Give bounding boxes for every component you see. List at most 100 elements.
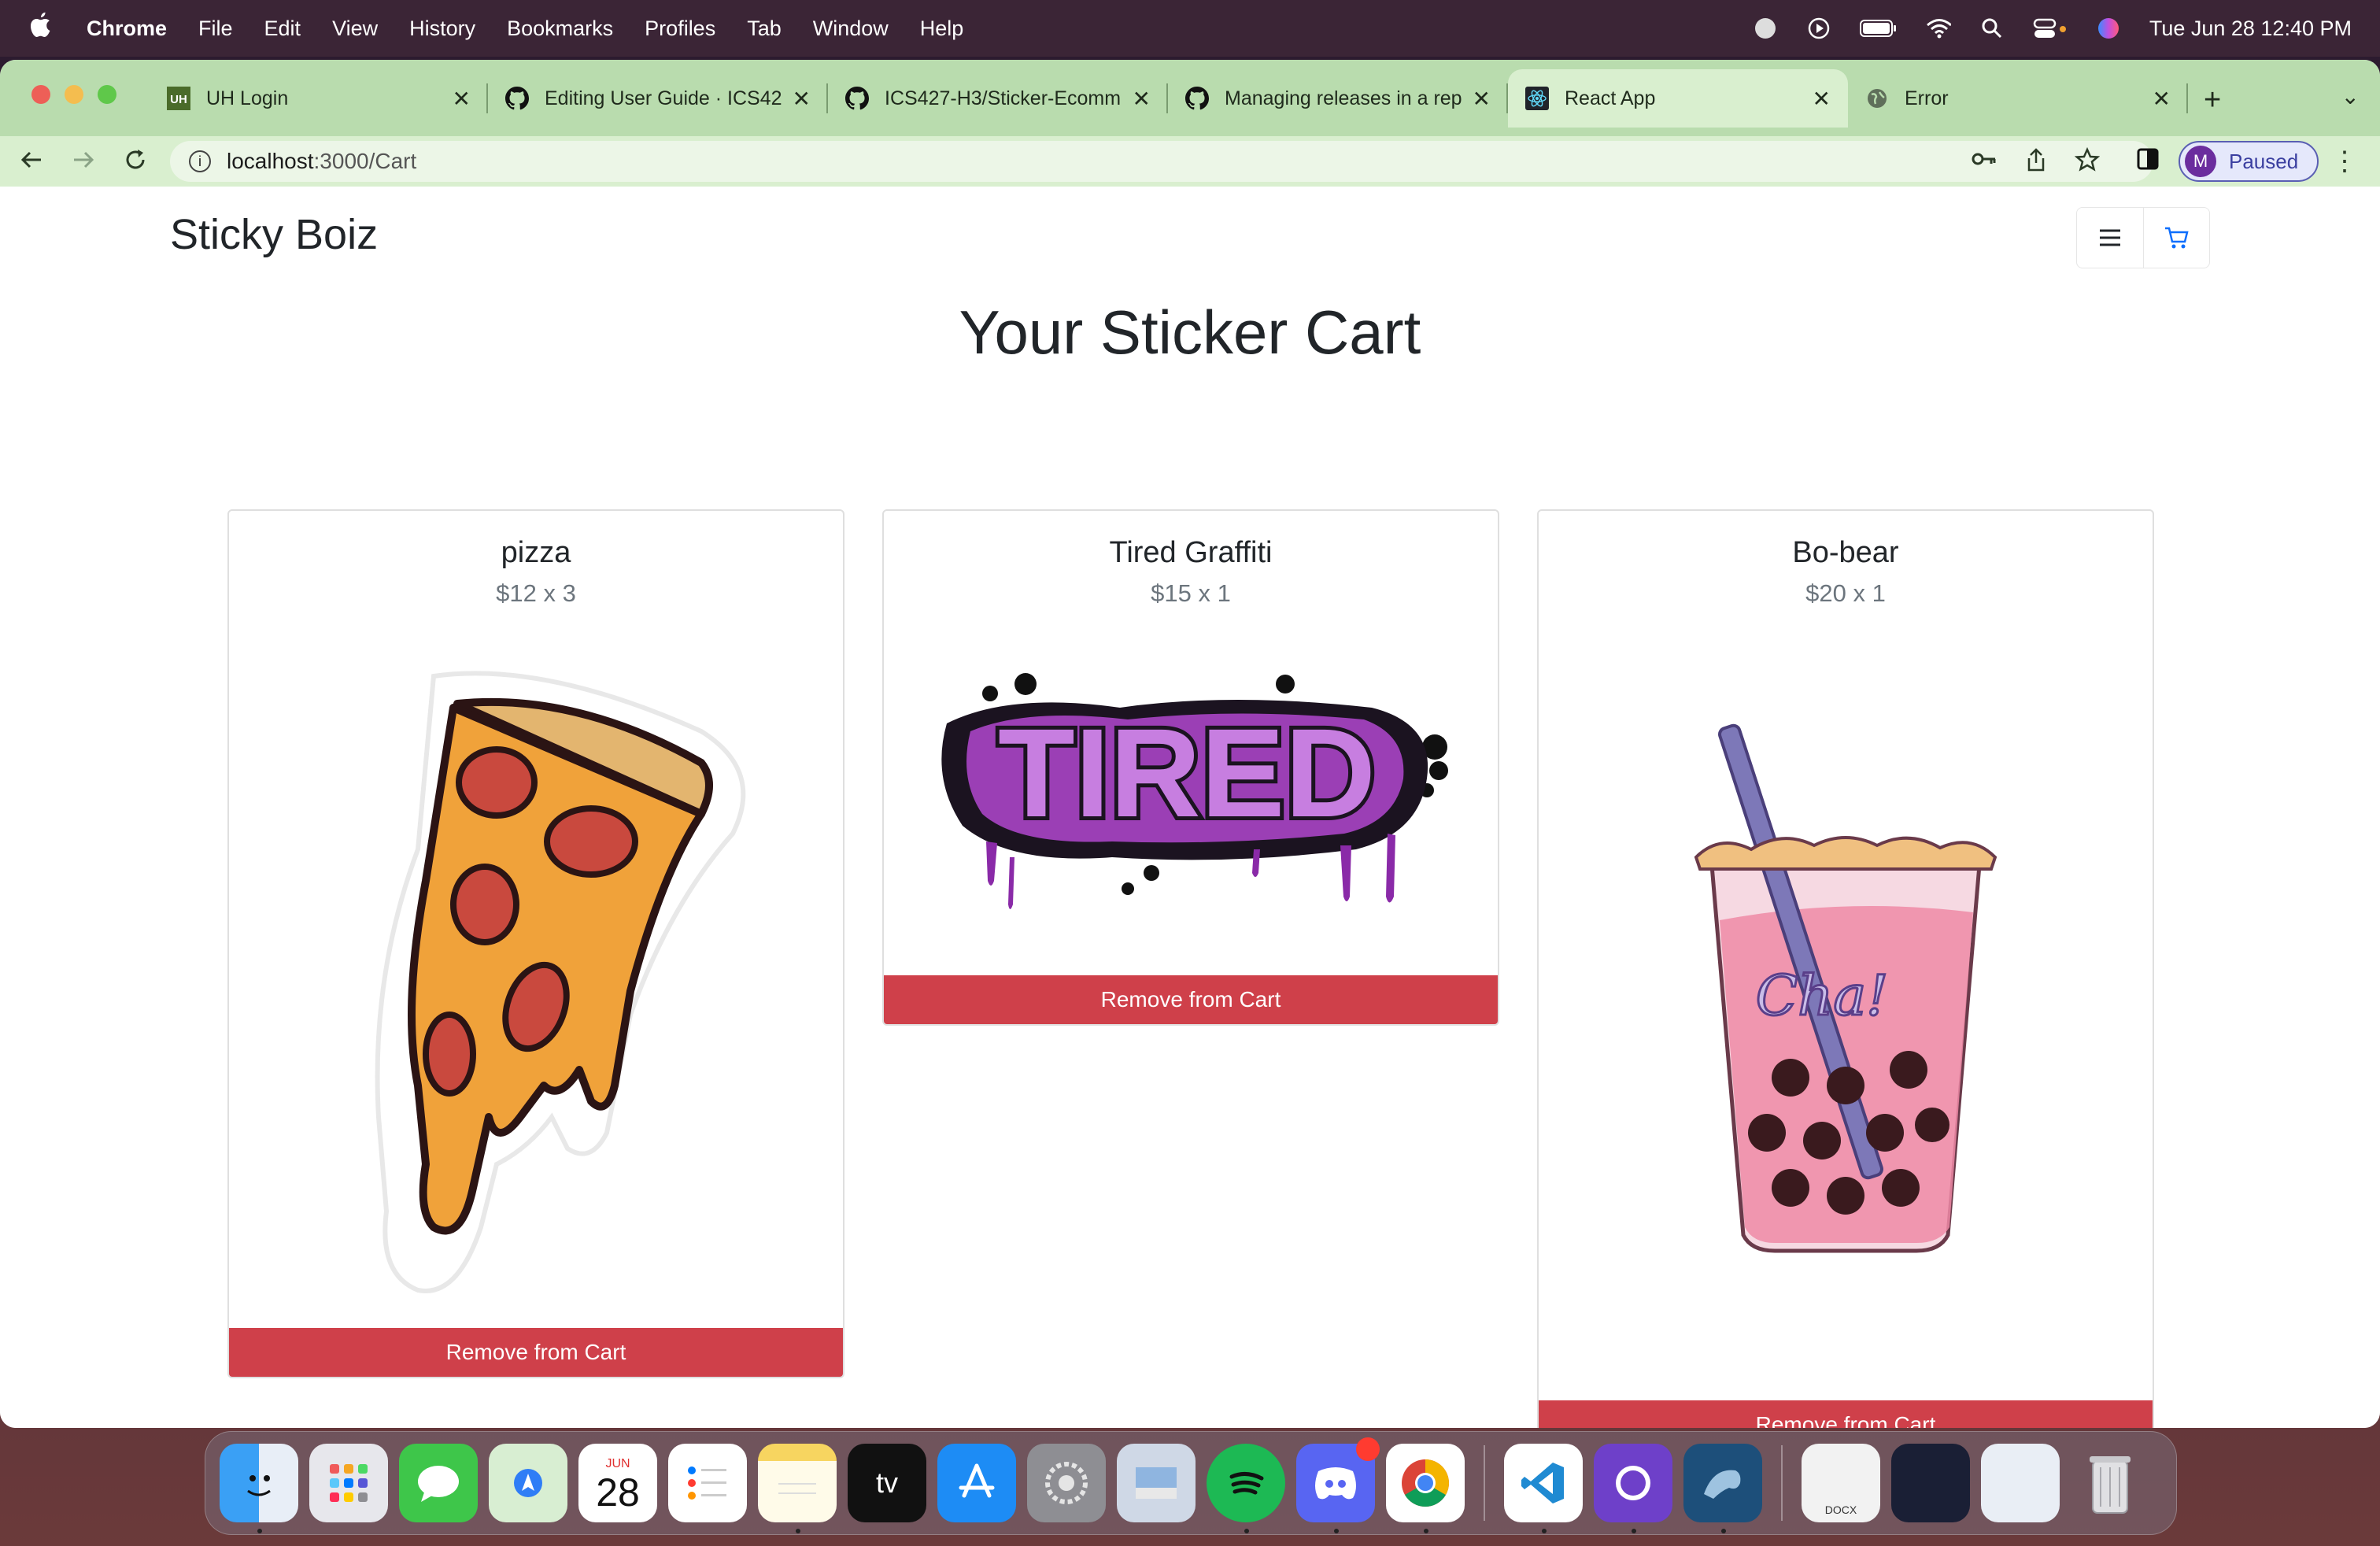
tab-strip: UH UH Login ✕ Editing User Guide · ICS42… [0, 60, 2380, 136]
react-icon [1525, 87, 1549, 110]
chrome-icon[interactable] [1386, 1444, 1465, 1533]
reload-button[interactable] [123, 147, 148, 179]
apple-icon[interactable] [28, 12, 60, 46]
key-icon[interactable] [1971, 147, 1998, 177]
discord-icon[interactable] [1296, 1437, 1380, 1533]
close-tab-icon[interactable]: ✕ [1813, 86, 1831, 112]
apple-tv-icon[interactable]: tv [848, 1444, 926, 1522]
navbar-controls [2076, 207, 2210, 268]
github-icon [505, 87, 529, 110]
vscode-icon[interactable] [1504, 1444, 1583, 1533]
launchpad-icon[interactable] [309, 1444, 388, 1522]
item-price: $12 x 3 [496, 579, 576, 607]
preview-icon[interactable] [1117, 1444, 1196, 1522]
reminders-icon[interactable] [668, 1444, 747, 1522]
cart-item-card: Tired Graffiti $15 x 1 TIRED Remove from… [882, 509, 1499, 1026]
tab-title: ICS427-H3/Sticker-Ecomm [885, 87, 1122, 109]
wifi-icon[interactable] [1926, 16, 1951, 41]
document-icon[interactable]: DOCX [1802, 1444, 1880, 1522]
hamburger-menu-icon[interactable] [2077, 208, 2143, 268]
close-tab-icon[interactable]: ✕ [793, 86, 811, 112]
notes-icon[interactable] [758, 1444, 837, 1533]
tab-editing-user-guide[interactable]: Editing User Guide · ICS42 ✕ [488, 69, 828, 128]
messages-icon[interactable] [399, 1444, 478, 1522]
site-info-icon[interactable]: i [189, 150, 211, 172]
tab-react-app[interactable]: React App ✕ [1508, 69, 1848, 128]
mysql-workbench-icon[interactable] [1683, 1444, 1762, 1533]
tab-managing-releases[interactable]: Managing releases in a rep ✕ [1168, 69, 1508, 128]
menu-tab[interactable]: Tab [747, 17, 782, 41]
document-label: DOCX [1824, 1503, 1857, 1516]
github-desktop-icon[interactable] [1594, 1444, 1672, 1533]
tab-sticker-ecomm[interactable]: ICS427-H3/Sticker-Ecomm ✕ [828, 69, 1168, 128]
url-path: :3000/Cart [313, 149, 417, 173]
uh-icon: UH [167, 87, 190, 110]
menu-view[interactable]: View [332, 17, 378, 41]
tab-uh-login[interactable]: UH UH Login ✕ [150, 69, 488, 128]
remove-from-cart-button[interactable]: Remove from Cart [229, 1328, 843, 1377]
tab-error[interactable]: Error ✕ [1848, 69, 2188, 128]
control-center-icon[interactable] [2033, 16, 2068, 41]
trash-icon[interactable] [2071, 1444, 2149, 1522]
page-content: Sticky Boiz Your Sticker Cart pizza $12 … [0, 187, 2380, 1428]
tab-title: Editing User Guide · ICS42 [545, 87, 782, 109]
close-tab-icon[interactable]: ✕ [2153, 86, 2171, 112]
notification-badge [1356, 1437, 1380, 1461]
maximize-window-button[interactable] [98, 85, 116, 104]
site-brand[interactable]: Sticky Boiz [170, 210, 378, 259]
github-icon [845, 87, 869, 110]
battery-icon[interactable] [1859, 16, 1898, 41]
menu-edit[interactable]: Edit [264, 17, 301, 41]
menu-file[interactable]: File [198, 17, 233, 41]
system-preferences-icon[interactable] [1027, 1444, 1106, 1522]
remove-from-cart-button[interactable]: Remove from Cart [1539, 1400, 2153, 1428]
menu-bookmarks[interactable]: Bookmarks [507, 17, 613, 41]
share-icon[interactable] [2024, 147, 2048, 179]
tab-title: Managing releases in a rep [1225, 87, 1462, 109]
item-name: Bo-bear [1792, 536, 1899, 569]
date-time[interactable]: Tue Jun 28 12:40 PM [2149, 17, 2352, 41]
address-bar[interactable]: i localhost:3000/Cart [170, 141, 2153, 182]
more-menu-icon[interactable]: ⋮ [2331, 146, 2358, 177]
item-name: Tired Graffiti [1109, 536, 1273, 569]
menu-help[interactable]: Help [920, 17, 964, 41]
graffiti-text: TIRED [998, 702, 1376, 843]
new-tab-button[interactable]: + [2204, 83, 2221, 117]
close-tab-icon[interactable]: ✕ [1133, 86, 1151, 112]
close-window-button[interactable] [31, 85, 50, 104]
spotify-icon[interactable] [1207, 1444, 1285, 1533]
svg-text:UH: UH [170, 93, 187, 106]
menu-window[interactable]: Window [813, 17, 889, 41]
remove-from-cart-button[interactable]: Remove from Cart [884, 975, 1498, 1024]
page-title: Your Sticker Cart [959, 298, 1421, 367]
screen-record-icon[interactable] [1753, 16, 1778, 41]
bookmark-star-icon[interactable] [2074, 146, 2101, 179]
minimize-window-button[interactable] [65, 85, 83, 104]
cart-icon[interactable] [2143, 208, 2209, 268]
app-store-icon[interactable] [937, 1444, 1016, 1522]
calendar-day: 28 [596, 1470, 640, 1515]
siri-icon[interactable] [2096, 16, 2121, 41]
side-panel-icon[interactable] [2136, 147, 2160, 177]
tab-title: UH Login [206, 87, 289, 109]
forward-button[interactable] [71, 147, 96, 179]
item-price: $15 x 1 [1151, 579, 1231, 607]
close-tab-icon[interactable]: ✕ [1473, 86, 1491, 112]
downloads-stack-icon[interactable] [1981, 1444, 2060, 1522]
close-tab-icon[interactable]: ✕ [453, 86, 471, 112]
menu-app-name[interactable]: Chrome [87, 17, 167, 41]
bo-bear-sticker-image: Cha! [1539, 716, 2153, 1267]
menu-bar: Chrome File Edit View History Bookmarks … [0, 0, 2380, 57]
browser-toolbar: i localhost:3000/Cart M Paused ⋮ [0, 136, 2380, 187]
menu-history[interactable]: History [409, 17, 475, 41]
back-button[interactable] [19, 147, 44, 179]
tab-search-chevron-icon[interactable]: ⌄ [2341, 83, 2360, 109]
profile-button[interactable]: M Paused [2179, 141, 2319, 182]
spotlight-search-icon[interactable] [1979, 16, 2005, 41]
menu-profiles[interactable]: Profiles [645, 17, 715, 41]
maps-icon[interactable] [489, 1444, 567, 1522]
play-icon[interactable] [1806, 16, 1831, 41]
finder-icon[interactable] [220, 1444, 298, 1533]
calendar-icon[interactable]: JUN 28 [578, 1444, 657, 1522]
recent-window-thumbnail[interactable] [1891, 1444, 1970, 1522]
